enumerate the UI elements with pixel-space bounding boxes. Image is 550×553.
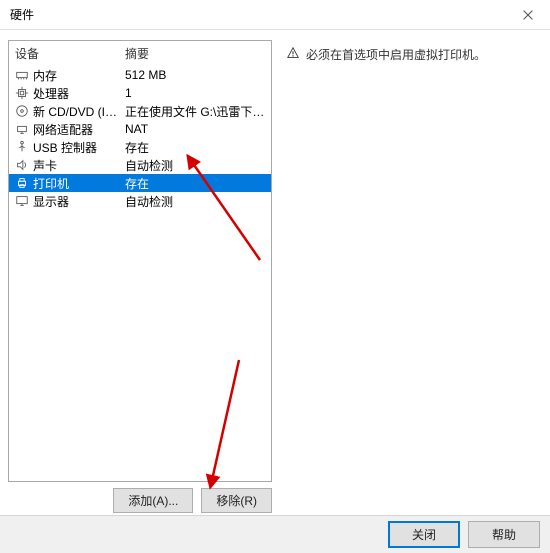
right-panel: 必须在首选项中启用虚拟打印机。 bbox=[272, 40, 542, 513]
device-name: 声卡 bbox=[33, 157, 125, 174]
list-buttons: 添加(A)... 移除(R) bbox=[8, 488, 272, 513]
device-row[interactable]: 声卡 自动检测 bbox=[9, 156, 271, 174]
device-name: 处理器 bbox=[33, 85, 125, 102]
content-area: 设备 摘要 内存 512 MB 处理器 1 新 CD/DVD (IDE) 正在使… bbox=[0, 30, 550, 513]
remove-button[interactable]: 移除(R) bbox=[201, 488, 272, 513]
sound-icon bbox=[15, 158, 33, 172]
device-row[interactable]: 内存 512 MB bbox=[9, 66, 271, 84]
device-row[interactable]: 新 CD/DVD (IDE) 正在使用文件 G:\迅雷下载\kali-l... bbox=[9, 102, 271, 120]
printer-icon bbox=[15, 176, 33, 190]
device-row[interactable]: 处理器 1 bbox=[9, 84, 271, 102]
device-summary: 正在使用文件 G:\迅雷下载\kali-l... bbox=[125, 103, 265, 120]
memory-icon bbox=[15, 68, 33, 82]
device-summary: 1 bbox=[125, 86, 265, 100]
header-device: 设备 bbox=[15, 45, 125, 62]
device-list-header: 设备 摘要 bbox=[9, 41, 271, 66]
device-summary: 自动检测 bbox=[125, 193, 265, 210]
usb-icon bbox=[15, 140, 33, 154]
close-icon bbox=[521, 8, 535, 22]
device-row[interactable]: 显示器 自动检测 bbox=[9, 192, 271, 210]
device-summary: 存在 bbox=[125, 139, 265, 156]
header-summary: 摘要 bbox=[125, 45, 265, 62]
add-button[interactable]: 添加(A)... bbox=[113, 488, 193, 513]
warning-message: 必须在首选项中启用虚拟打印机。 bbox=[286, 46, 536, 63]
left-panel: 设备 摘要 内存 512 MB 处理器 1 新 CD/DVD (IDE) 正在使… bbox=[8, 40, 272, 513]
device-summary: NAT bbox=[125, 122, 265, 136]
device-summary: 存在 bbox=[125, 175, 265, 192]
disc-icon bbox=[15, 104, 33, 118]
device-name: 新 CD/DVD (IDE) bbox=[33, 103, 125, 120]
window-title: 硬件 bbox=[10, 6, 34, 23]
cpu-icon bbox=[15, 86, 33, 100]
device-summary: 512 MB bbox=[125, 68, 265, 82]
device-name: 打印机 bbox=[33, 175, 125, 192]
titlebar: 硬件 bbox=[0, 0, 550, 30]
dialog-footer: 关闭 帮助 bbox=[0, 515, 550, 553]
help-button[interactable]: 帮助 bbox=[468, 521, 540, 548]
device-name: 内存 bbox=[33, 67, 125, 84]
device-row[interactable]: 打印机 存在 bbox=[9, 174, 271, 192]
warning-text: 必须在首选项中启用虚拟打印机。 bbox=[306, 46, 486, 63]
device-summary: 自动检测 bbox=[125, 157, 265, 174]
network-icon bbox=[15, 122, 33, 136]
device-name: 网络适配器 bbox=[33, 121, 125, 138]
device-name: 显示器 bbox=[33, 193, 125, 210]
device-list: 设备 摘要 内存 512 MB 处理器 1 新 CD/DVD (IDE) 正在使… bbox=[8, 40, 272, 482]
device-name: USB 控制器 bbox=[33, 139, 125, 156]
device-row[interactable]: USB 控制器 存在 bbox=[9, 138, 271, 156]
close-dialog-button[interactable]: 关闭 bbox=[388, 521, 460, 548]
warning-icon bbox=[286, 46, 300, 60]
close-button[interactable] bbox=[505, 0, 550, 30]
device-row[interactable]: 网络适配器 NAT bbox=[9, 120, 271, 138]
display-icon bbox=[15, 194, 33, 208]
